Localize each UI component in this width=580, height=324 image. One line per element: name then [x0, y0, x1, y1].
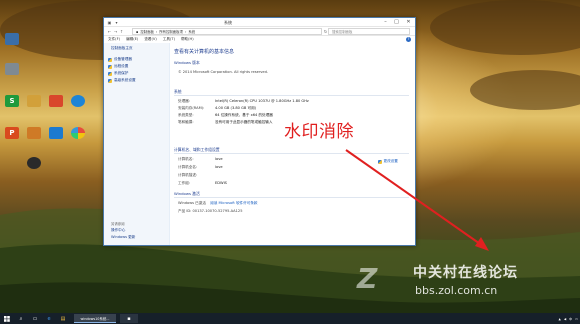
product-id-text: 产品 ID: 00137-10070-52795-AA125 [178, 209, 243, 213]
page-heading: 查看有关计算机的基本信息 [174, 49, 235, 55]
zol-watermark-logo: Z 中关村在线论坛 bbs.zol.com.cn [357, 262, 557, 302]
navigation-bar: ← → ↑ ▪ 控制面板 › 所有控制面板项 › 系统 ↻ 搜索控制面板 [104, 27, 415, 36]
processor-value: Intel(R) Celeron(R) CPU 1037U @ 1.80GHz … [215, 99, 309, 103]
recycle-bin-icon[interactable] [5, 63, 19, 75]
see-also-heading: 另请参阅 [111, 222, 125, 226]
shield-icon [378, 159, 382, 164]
control-panel-icon: ▪ [136, 29, 139, 34]
maximize-button[interactable]: □ [391, 18, 402, 26]
device-manager-link[interactable]: 设备管理器 [108, 57, 132, 62]
help-icon[interactable]: ? [406, 37, 411, 42]
pen-touch-value: 没有可用于此显示器的笔或触控输入 [215, 120, 273, 124]
description-label: 计算机描述: [178, 173, 198, 177]
breadcrumb-control-panel[interactable]: 控制面板 [140, 29, 154, 34]
taskbar-window-button[interactable]: windows10系统... [74, 314, 116, 323]
computer-name-label: 计算机名: [178, 157, 194, 161]
windows-update-link[interactable]: Windows 更新 [111, 235, 135, 240]
edition-section-title: Windows 版本 [174, 60, 200, 65]
zol-logo-url: bbs.zol.com.cn [415, 284, 498, 297]
taskbar-app-button[interactable]: ▪ [120, 314, 138, 323]
software-store-icon[interactable] [49, 95, 63, 107]
control-panel-home-link[interactable]: 控制面板主页 [111, 46, 133, 51]
title-bar[interactable]: ▣ ▾ 系统 – □ ✕ [104, 18, 415, 27]
change-settings-link[interactable]: 更改设置 [378, 159, 398, 164]
notification-icon[interactable]: ▭ [575, 317, 578, 321]
workgroup-label: 工作组: [178, 181, 190, 185]
shield-icon [108, 71, 112, 76]
full-name-label: 计算机全名: [178, 165, 198, 169]
license-terms-link[interactable]: 阅读 Microsoft 软件许可条款 [210, 201, 257, 205]
system-window[interactable]: ▣ ▾ 系统 – □ ✕ ← → ↑ ▪ 控制面板 › 所有控制面板项 › 系统… [103, 17, 416, 246]
menu-file[interactable]: 文件(F) [108, 36, 120, 43]
main-content: 查看有关计算机的基本信息 Windows 版本 © 2014 Microsoft… [170, 43, 415, 245]
search-input[interactable]: 搜索控制面板 [328, 28, 410, 35]
start-icon[interactable] [2, 314, 12, 323]
security-icon[interactable] [49, 127, 63, 139]
address-bar[interactable]: ▪ 控制面板 › 所有控制面板项 › 系统 [132, 28, 322, 35]
file-explorer-icon[interactable]: ▤ [58, 314, 68, 323]
search-icon[interactable]: ⌕ [16, 314, 26, 323]
menu-bar: 文件(F) 编辑(E) 查看(V) 工具(T) 帮助(H) [104, 36, 415, 43]
breadcrumb-system[interactable]: 系统 [188, 29, 195, 34]
document-icon[interactable] [27, 95, 41, 107]
breadcrumb-all-items[interactable]: 所有控制面板项 [159, 29, 183, 34]
shield-icon [108, 78, 112, 83]
edge-icon[interactable]: e [44, 314, 54, 323]
remote-settings-link[interactable]: 远程设置 [108, 64, 128, 69]
shield-icon [108, 57, 112, 62]
menu-edit[interactable]: 编辑(E) [126, 36, 138, 43]
zol-logo-text: 中关村在线论坛 [413, 265, 518, 281]
wps-sheet-icon[interactable]: S [5, 95, 19, 107]
media-player-icon[interactable] [27, 157, 41, 169]
watermark-removal-annotation: 水印消除 [284, 122, 354, 142]
system-type-value: 64 位操作系统，基于 x64 的处理器 [215, 113, 273, 117]
computer-name-value: love [215, 157, 223, 161]
system-tray: ▲ ◀ 中 ▭ [559, 313, 578, 324]
activation-row: Windows 已激活 阅读 Microsoft 软件许可条款 [178, 201, 258, 206]
advanced-settings-link[interactable]: 高级系统设置 [108, 78, 136, 83]
menu-view[interactable]: 查看(V) [144, 36, 156, 43]
copyright-text: © 2014 Microsoft Corporation. All rights… [178, 70, 269, 74]
task-view-icon[interactable]: ▭ [30, 314, 40, 323]
quick-access-icon[interactable]: ▾ [114, 20, 119, 25]
menu-tools[interactable]: 工具(T) [163, 36, 175, 43]
activation-status: Windows 已激活 [178, 201, 206, 205]
back-button[interactable]: ← [107, 29, 112, 34]
computer-icon[interactable] [5, 33, 19, 45]
section-divider [174, 197, 409, 198]
workgroup-value: EDWIS [215, 181, 227, 185]
ram-label: 安装内存(RAM): [178, 106, 205, 110]
shield-icon [108, 64, 112, 69]
breadcrumb-separator-icon: › [155, 29, 158, 34]
window-title: 系统 [224, 20, 232, 25]
close-button[interactable]: ✕ [403, 18, 414, 26]
forward-button[interactable]: → [113, 29, 118, 34]
pen-touch-label: 笔和触摸: [178, 120, 194, 124]
processor-label: 处理器: [178, 99, 190, 103]
window-app-icon: ▣ [107, 20, 112, 25]
ime-icon[interactable]: 中 [569, 317, 572, 321]
pinwheel-icon[interactable] [71, 127, 85, 139]
network-icon[interactable]: ▲ [559, 317, 561, 321]
up-button[interactable]: ↑ [119, 29, 124, 34]
left-pane: 控制面板主页 设备管理器 远程设置 系统保护 高级系统设置 另请参阅 操作中心 … [104, 43, 170, 245]
volume-icon[interactable]: ◀ [564, 317, 566, 321]
system-protection-link[interactable]: 系统保护 [108, 71, 128, 76]
qq-icon[interactable] [71, 95, 85, 107]
section-divider [174, 153, 409, 154]
full-name-value: love [215, 165, 223, 169]
breadcrumb-separator-icon: › [184, 29, 187, 34]
taskbar: ⌕ ▭ e ▤ windows10系统... ▪ ▲ ◀ 中 ▭ [0, 313, 580, 324]
ram-value: 4.00 GB (3.80 GB 可用) [215, 106, 257, 110]
wps-presentation-icon[interactable]: P [5, 127, 19, 139]
menu-help[interactable]: 帮助(H) [181, 36, 194, 43]
media-icon[interactable] [27, 127, 41, 139]
minimize-button[interactable]: – [380, 18, 391, 26]
system-type-label: 系统类型: [178, 113, 194, 117]
zol-logo-mark: Z [357, 262, 378, 295]
action-center-link[interactable]: 操作中心 [111, 228, 125, 233]
section-divider [174, 95, 409, 96]
